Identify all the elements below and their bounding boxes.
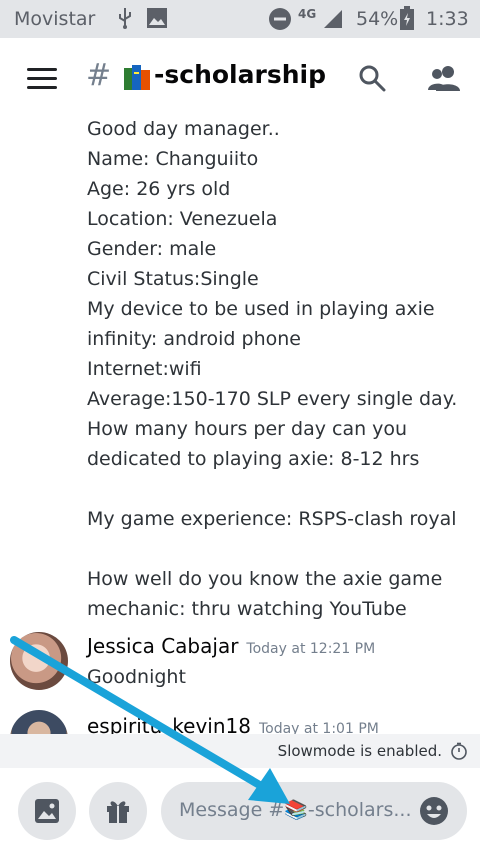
image-icon xyxy=(35,799,59,823)
do-not-disturb-icon xyxy=(269,8,291,30)
slowmode-text: Slowmode is enabled. xyxy=(277,742,442,760)
gift-button[interactable] xyxy=(89,782,147,840)
message-line xyxy=(87,474,457,504)
message-timestamp: Today at 1:01 PM xyxy=(258,721,379,734)
signal-strength-icon xyxy=(324,10,342,28)
channel-name[interactable]: -scholarship xyxy=(154,60,326,89)
message-author-row: espiritu_kevin18 Today at 1:01 PM xyxy=(87,714,379,734)
message-line: Average:150-170 SLP every single day. xyxy=(87,388,458,410)
message-line: Gender: male xyxy=(87,238,217,260)
message-line: mechanic: thru watching YouTube xyxy=(87,598,407,620)
message-line: My device to be used in playing axie xyxy=(87,298,435,320)
avatar[interactable] xyxy=(10,710,68,734)
message-line: How many hours per day can you xyxy=(87,418,408,440)
members-icon[interactable] xyxy=(428,64,460,92)
message-line: Name: Changuiito xyxy=(87,148,259,170)
clock: 1:33 xyxy=(426,8,469,30)
message-text: Goodnight xyxy=(87,666,186,688)
message-placeholder: Message #📚-scholars... xyxy=(179,799,412,821)
message-line: My game experience: RSPS-clash royal xyxy=(87,508,457,530)
message-line: Internet:wifi xyxy=(87,358,202,380)
message-line xyxy=(87,534,457,564)
slowmode-banner: Slowmode is enabled. xyxy=(0,734,480,768)
timer-icon xyxy=(451,742,467,760)
search-icon[interactable] xyxy=(358,64,386,92)
message-line: infinity: android phone xyxy=(87,328,301,350)
message-line: dedicated to playing axie: 8-12 hrs xyxy=(87,448,420,470)
message-input[interactable]: Message #📚-scholars... xyxy=(161,782,467,840)
usb-icon xyxy=(119,8,131,29)
message-author[interactable]: Jessica Cabajar xyxy=(87,634,238,658)
message-line: Age: 26 yrs old xyxy=(87,178,231,200)
message-line: Civil Status:Single xyxy=(87,268,259,290)
hamburger-menu-icon[interactable] xyxy=(27,68,57,90)
channel-hash-icon: # xyxy=(86,58,112,93)
emoji-icon[interactable] xyxy=(419,796,449,826)
message-timestamp: Today at 12:21 PM xyxy=(246,641,376,657)
gift-icon xyxy=(107,801,129,823)
gallery-button[interactable] xyxy=(18,782,76,840)
carrier-name: Movistar xyxy=(14,8,96,30)
message-author-row: Jessica Cabajar Today at 12:21 PM xyxy=(87,634,375,658)
message-line: Good day manager.. xyxy=(87,118,280,140)
composer-bar: Message #📚-scholars... xyxy=(0,768,480,854)
battery-icon xyxy=(400,6,414,30)
battery-percentage: 54% xyxy=(356,8,399,30)
channel-header: # -scholarship xyxy=(0,38,480,114)
books-emoji-icon xyxy=(124,65,150,90)
message-author[interactable]: espiritu_kevin18 xyxy=(87,714,251,734)
message-content: Good day manager.. Name: Changuiito Age:… xyxy=(87,114,457,624)
avatar[interactable] xyxy=(10,632,68,690)
message-line: Location: Venezuela xyxy=(87,208,278,230)
status-bar: Movistar 4G 54% 1:33 xyxy=(0,0,480,38)
network-type: 4G xyxy=(298,7,317,21)
message-line: How well do you know the axie game xyxy=(87,568,443,590)
image-notification-icon xyxy=(147,8,167,28)
message-list[interactable]: Good day manager.. Name: Changuiito Age:… xyxy=(0,114,480,734)
